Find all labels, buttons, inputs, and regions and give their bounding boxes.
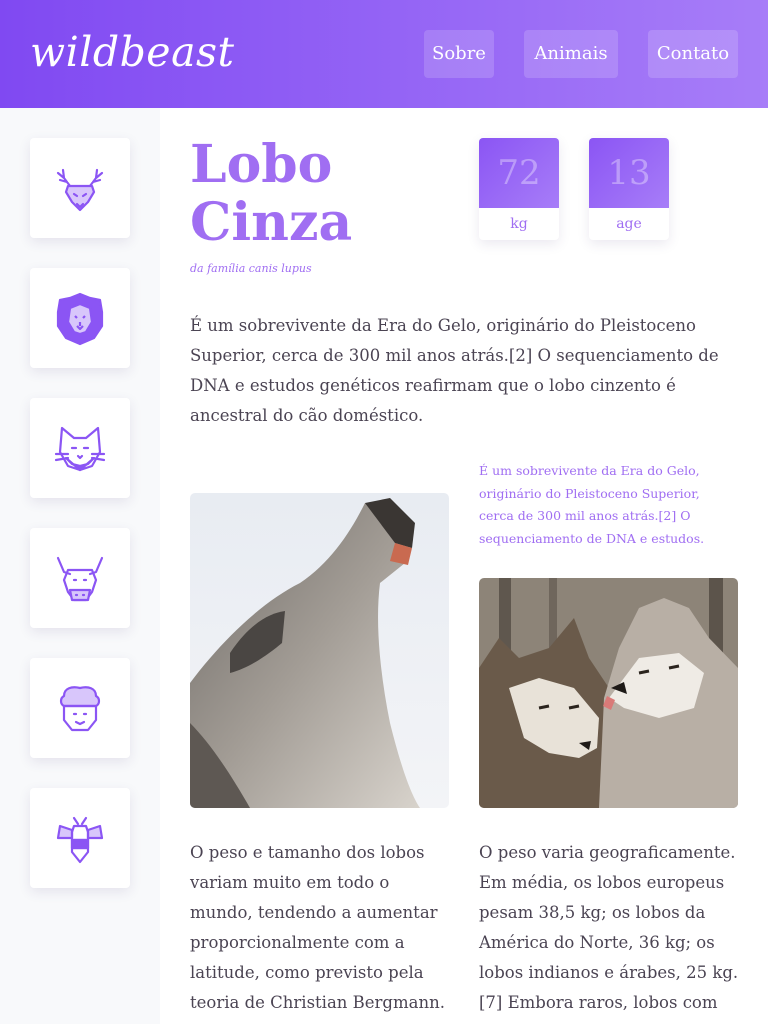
intro-paragraph: É um sobrevivente da Era do Gelo, origin… xyxy=(190,316,719,425)
weight-unit: kg xyxy=(510,216,528,232)
howling-wolf-photo xyxy=(190,493,449,808)
aside-note: É um sobrevivente da Era do Gelo, origin… xyxy=(479,463,705,546)
lion-icon xyxy=(56,292,104,346)
body-text-left: O peso e tamanho dos lobos variam muito … xyxy=(190,843,445,1012)
age-value: 13 xyxy=(589,138,669,208)
nav-contato-button[interactable]: Contato xyxy=(648,30,738,78)
bee-icon xyxy=(56,816,104,864)
sidebar-item-bee[interactable] xyxy=(30,788,130,888)
weight-value: 72 xyxy=(479,138,559,208)
cat-icon xyxy=(54,426,106,472)
title-line-2: Cinza xyxy=(190,192,353,253)
two-wolves-photo xyxy=(479,578,738,808)
title-line-1: Lobo xyxy=(190,134,333,195)
sidebar-item-cat[interactable] xyxy=(30,398,130,498)
site-header: wildbeast Sobre Animais Contato xyxy=(0,0,768,108)
sidebar-item-bull[interactable] xyxy=(30,528,130,628)
deer-icon xyxy=(56,168,104,212)
body-text-right: O peso varia geograficamente. Em média, … xyxy=(479,843,739,1012)
sidebar-item-deer[interactable] xyxy=(30,138,130,238)
site-logo[interactable]: wildbeast xyxy=(30,28,235,76)
sheep-icon xyxy=(59,686,101,732)
weight-stat-card: 72 kg xyxy=(479,138,559,240)
nav-sobre-button[interactable]: Sobre xyxy=(424,30,494,78)
nav-animais-button[interactable]: Animais xyxy=(524,30,618,78)
age-unit: age xyxy=(616,216,642,232)
age-stat-card: 13 age xyxy=(589,138,669,240)
animal-sidebar xyxy=(0,108,160,1024)
sidebar-item-lion[interactable] xyxy=(30,268,130,368)
bull-icon xyxy=(56,556,104,602)
sidebar-item-sheep[interactable] xyxy=(30,658,130,758)
page-subtitle: da família canis lupus xyxy=(190,262,312,275)
page-title: Lobo Cinza xyxy=(190,136,470,252)
